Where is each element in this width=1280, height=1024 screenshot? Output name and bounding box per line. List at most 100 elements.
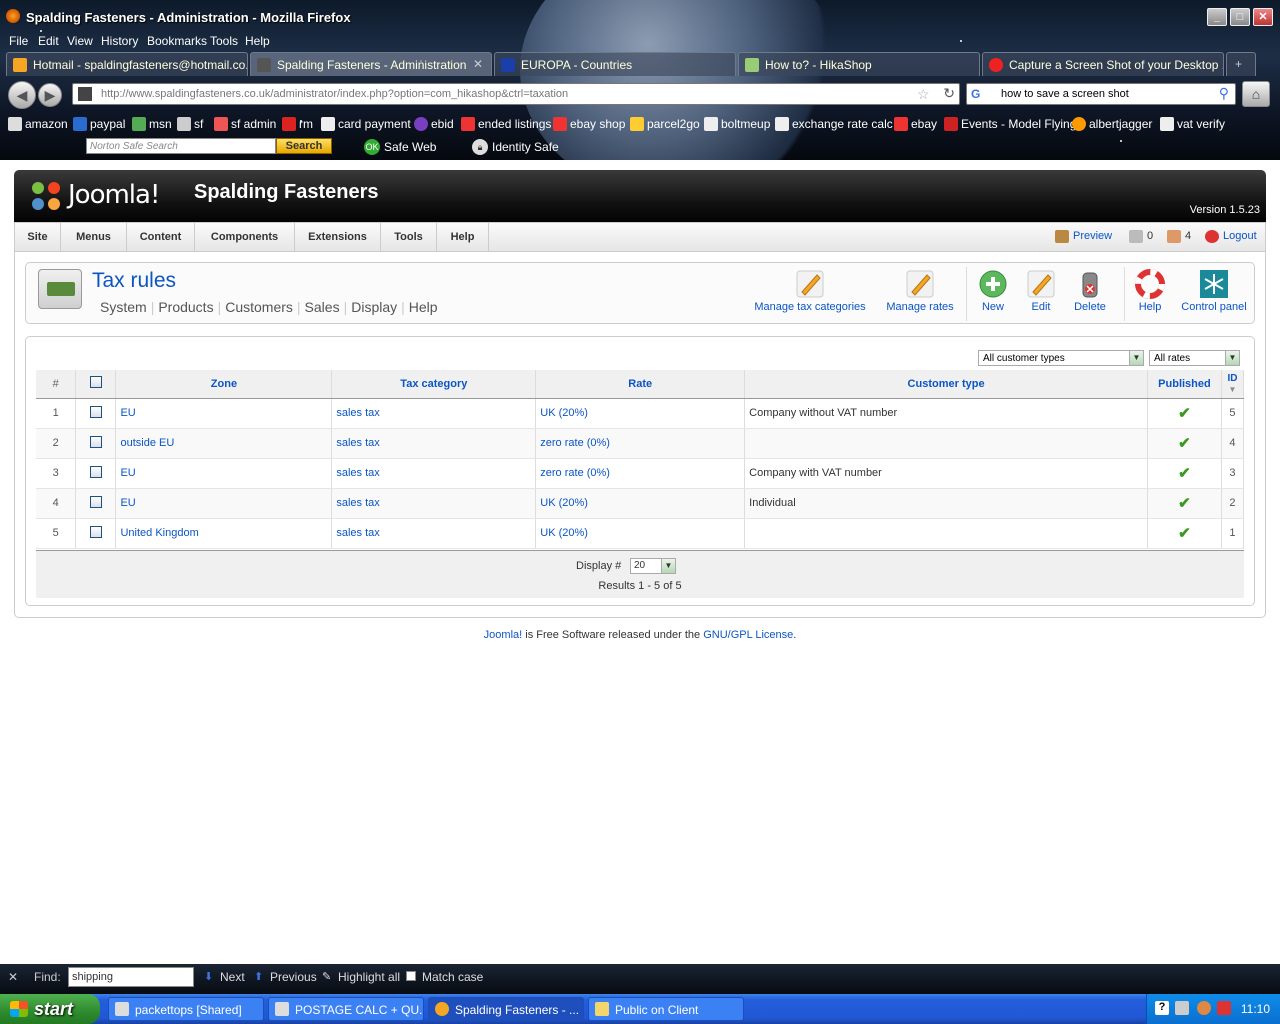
bookmark-paypal[interactable]: paypal — [73, 117, 125, 131]
find-input[interactable]: shipping — [68, 967, 194, 987]
search-bar[interactable]: G how to save a screen shot ⚲ — [966, 83, 1236, 105]
submenu-sales[interactable]: Sales — [301, 299, 344, 315]
joomla-link[interactable]: Joomla! — [484, 629, 523, 641]
manage-rates-button[interactable]: Manage rates — [878, 269, 962, 313]
bookmark-events-model-flying[interactable]: Events - Model Flying — [944, 117, 1076, 131]
rate-link[interactable]: zero rate (0%) — [535, 458, 746, 489]
url-bar[interactable]: http://www.spaldingfasteners.co.uk/admin… — [72, 83, 960, 105]
col-customer-type[interactable]: Customer type — [744, 370, 1148, 399]
menu-site[interactable]: Site — [15, 223, 61, 251]
task-postage-calc[interactable]: POSTAGE CALC + QU... — [268, 997, 424, 1021]
task-packettops[interactable]: packettops [Shared] — [108, 997, 264, 1021]
home-button[interactable]: ⌂ — [1242, 81, 1270, 107]
tab-europa[interactable]: EUROPA - Countries — [494, 52, 736, 76]
zone-link[interactable]: United Kingdom — [115, 518, 333, 549]
display-count-select[interactable]: 20 ▼ — [630, 558, 676, 574]
tax-category-link[interactable]: sales tax — [331, 458, 537, 489]
row-checkbox[interactable] — [89, 525, 102, 538]
bookmark-ebay-shop[interactable]: ebay shop — [553, 117, 625, 131]
identity-safe-button[interactable]: 🔒︎ Identity Safe — [472, 139, 559, 155]
bookmark-amazon[interactable]: amazon — [8, 117, 68, 131]
rates-filter[interactable]: All rates ▼ — [1149, 350, 1240, 366]
security-icon[interactable] — [1217, 1001, 1231, 1015]
edit-button[interactable]: Edit — [1024, 269, 1058, 313]
tax-category-link[interactable]: sales tax — [331, 488, 537, 519]
published-check-icon[interactable]: ✔ — [1178, 495, 1191, 512]
tax-category-link[interactable]: sales tax — [331, 518, 537, 549]
new-button[interactable]: New — [976, 269, 1010, 313]
select-all-checkbox[interactable] — [89, 376, 102, 389]
zone-link[interactable]: EU — [115, 488, 333, 519]
highlight-all-button[interactable]: ✎ Highlight all — [322, 970, 400, 984]
bookmark-ended-listings[interactable]: ended listings — [461, 117, 551, 131]
bookmark-sf[interactable]: sf — [177, 117, 203, 131]
delete-button[interactable]: Delete — [1072, 269, 1108, 313]
row-checkbox[interactable] — [89, 465, 102, 478]
menu-bookmarks[interactable]: Bookmarks — [147, 34, 207, 48]
published-check-icon[interactable]: ✔ — [1178, 465, 1191, 482]
row-checkbox[interactable] — [89, 435, 102, 448]
search-icon[interactable]: ⚲ — [1219, 85, 1229, 102]
menu-content[interactable]: Content — [127, 223, 195, 251]
users-count[interactable]: 4 — [1167, 230, 1191, 243]
bookmark-exchange-rate-calc[interactable]: exchange rate calc — [775, 117, 893, 131]
bookmark-ebid[interactable]: ebid — [414, 117, 454, 131]
tab-capture-screenshot[interactable]: Capture a Screen Shot of your Desktop ..… — [982, 52, 1224, 76]
published-check-icon[interactable]: ✔ — [1178, 435, 1191, 452]
close-find-icon[interactable]: ✕ — [8, 970, 18, 984]
close-window-button[interactable]: ✕ — [1253, 8, 1273, 26]
bookmark-vat-verify[interactable]: vat verify — [1160, 117, 1225, 131]
reload-icon[interactable]: ↻ — [943, 85, 955, 102]
logout-link[interactable]: Logout — [1205, 230, 1257, 243]
col-id[interactable]: ID ▼ — [1221, 370, 1245, 399]
submenu-display[interactable]: Display — [347, 299, 401, 315]
submenu-system[interactable]: System — [96, 299, 151, 315]
customer-type-filter[interactable]: All customer types ▼ — [978, 350, 1144, 366]
norton-icon[interactable] — [1197, 1001, 1211, 1015]
rate-link[interactable]: UK (20%) — [535, 518, 746, 549]
row-checkbox[interactable] — [89, 495, 102, 508]
menu-components[interactable]: Components — [195, 223, 295, 251]
rate-link[interactable]: UK (20%) — [535, 398, 746, 429]
zone-link[interactable]: outside EU — [115, 428, 333, 459]
find-previous-button[interactable]: ⬆ Previous — [254, 970, 317, 984]
submenu-customers[interactable]: Customers — [221, 299, 297, 315]
forward-button[interactable]: ▶ — [38, 83, 62, 107]
col-published[interactable]: Published — [1147, 370, 1222, 399]
menu-tools[interactable]: Tools — [381, 223, 437, 251]
back-button[interactable]: ◀ — [8, 81, 36, 109]
norton-search-button[interactable]: Search — [276, 138, 332, 154]
bookmark-star-icon[interactable]: ☆ — [917, 86, 930, 102]
menu-view[interactable]: View — [67, 34, 93, 48]
submenu-help[interactable]: Help — [405, 299, 442, 315]
tab-hotmail[interactable]: Hotmail - spaldingfasteners@hotmail.co..… — [6, 52, 248, 76]
find-next-button[interactable]: ⬇ Next — [204, 970, 245, 984]
bookmark-card-payment[interactable]: card payment — [321, 117, 411, 131]
bookmark-sf-admin[interactable]: sf admin — [214, 117, 276, 131]
match-case-checkbox[interactable]: Match case — [406, 970, 483, 984]
menu-help[interactable]: Help — [245, 34, 270, 48]
menu-history[interactable]: History — [101, 34, 138, 48]
col-rate[interactable]: Rate — [535, 370, 746, 399]
manage-tax-categories-button[interactable]: Manage tax categories — [754, 269, 866, 313]
help-icon[interactable]: ? — [1155, 1001, 1169, 1015]
col-tax-category[interactable]: Tax category — [331, 370, 537, 399]
control-panel-button[interactable]: Control panel — [1180, 269, 1248, 313]
norton-search-input[interactable]: Norton Safe Search — [86, 138, 276, 154]
tab-spalding-admin[interactable]: Spalding Fasteners - Administration ✕ — [250, 52, 492, 76]
menu-extensions[interactable]: Extensions — [295, 223, 381, 251]
close-tab-icon[interactable]: ✕ — [473, 57, 483, 71]
bookmark-ebay[interactable]: ebay — [894, 117, 937, 131]
messages-count[interactable]: 0 — [1129, 230, 1153, 243]
new-tab-button[interactable]: + — [1226, 52, 1256, 76]
preview-link[interactable]: Preview — [1055, 230, 1112, 243]
bookmark-msn[interactable]: msn — [132, 117, 172, 131]
menu-edit[interactable]: Edit — [38, 34, 59, 48]
submenu-products[interactable]: Products — [154, 299, 217, 315]
col-zone[interactable]: Zone — [115, 370, 333, 399]
tax-category-link[interactable]: sales tax — [331, 398, 537, 429]
tab-hikashop[interactable]: How to? - HikaShop — [738, 52, 980, 76]
menu-help[interactable]: Help — [437, 223, 489, 251]
bookmark-albertjagger[interactable]: albertjagger — [1072, 117, 1152, 131]
minimize-button[interactable]: _ — [1207, 8, 1227, 26]
